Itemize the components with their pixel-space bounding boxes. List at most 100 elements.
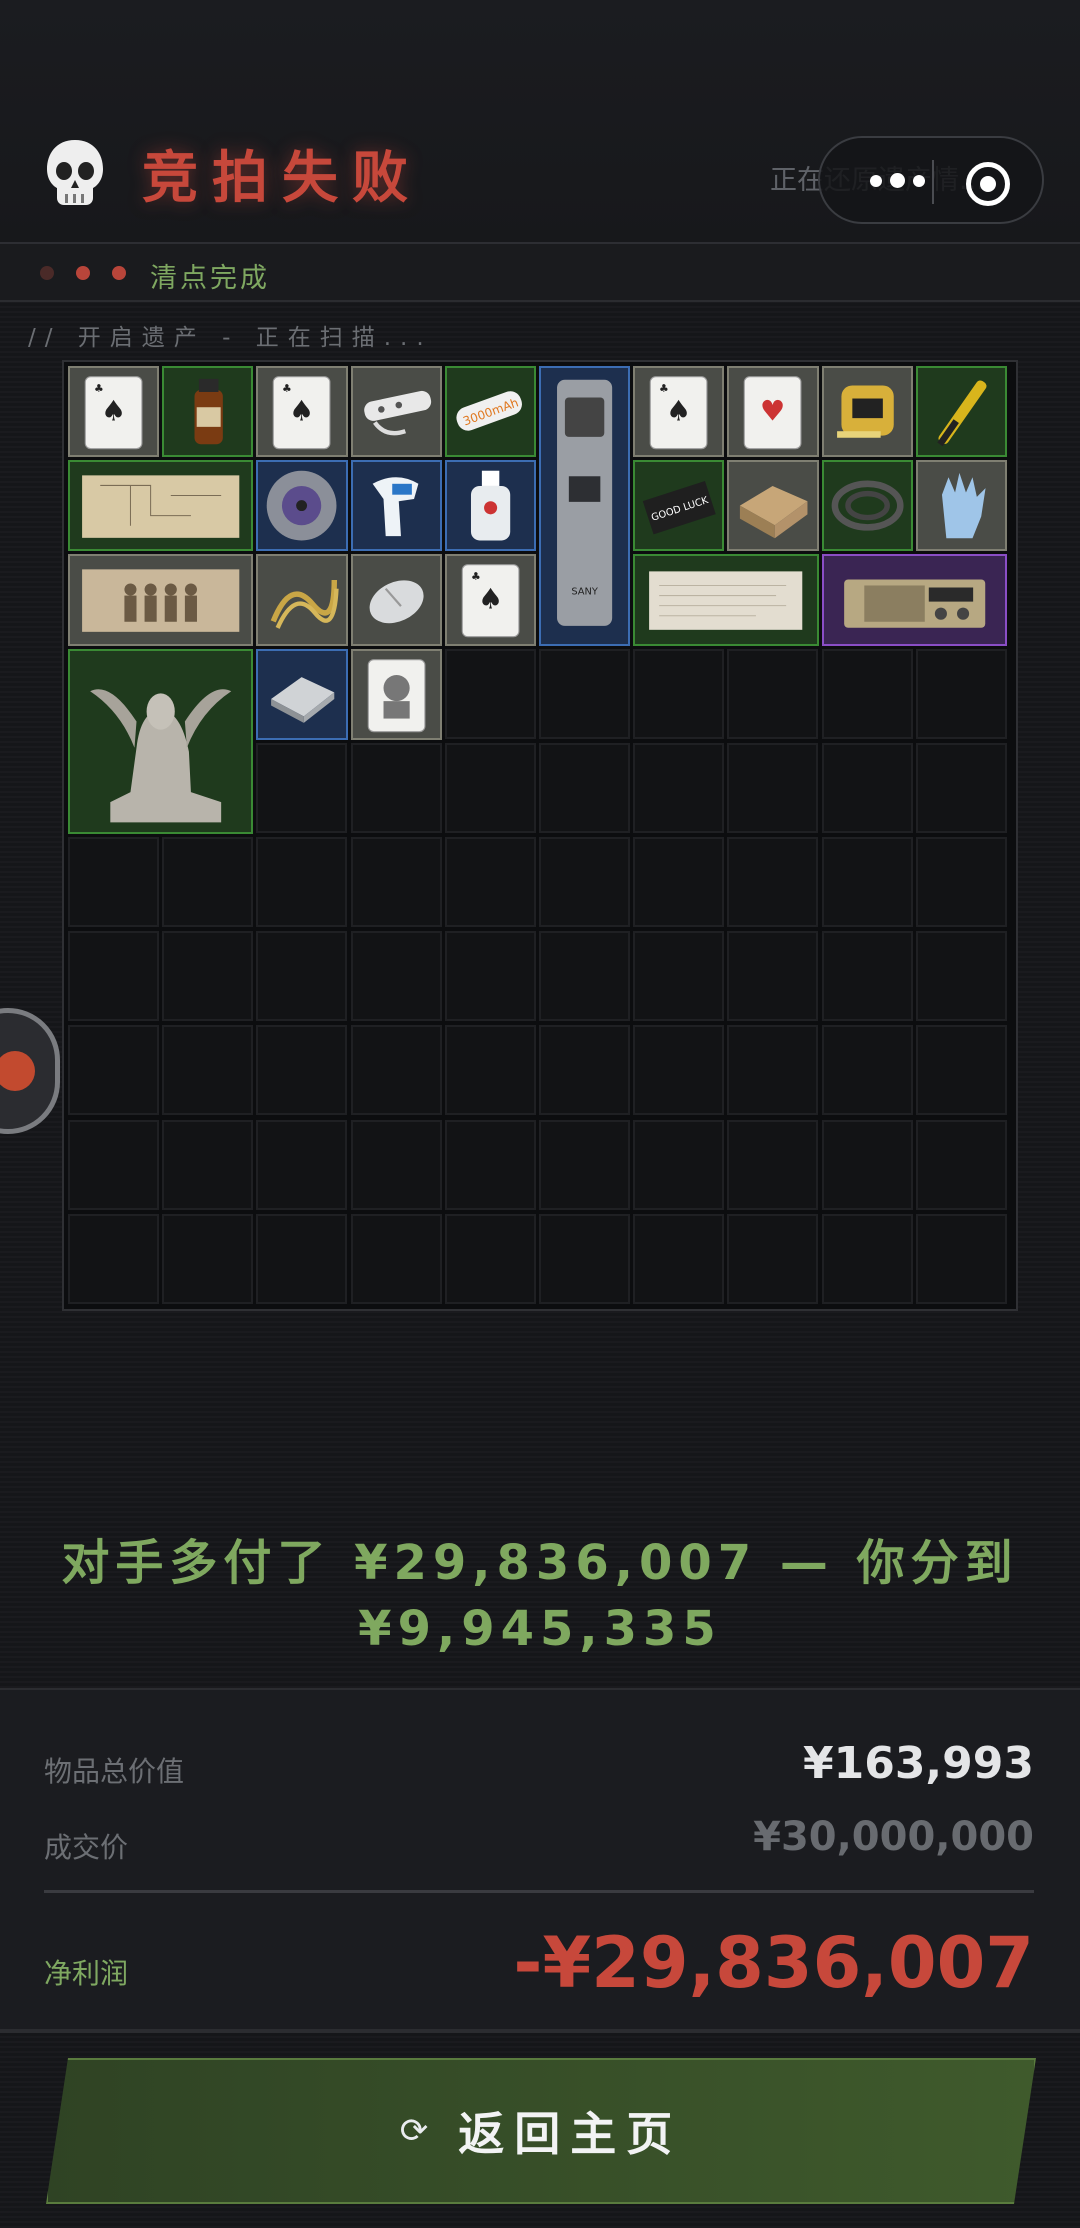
miniprogram-capsule[interactable] [818,136,1044,224]
grid-cell [256,742,348,833]
grid-cell [821,1213,913,1304]
cpu-chip-item[interactable] [256,648,348,740]
power-strip-item[interactable] [350,366,442,458]
thermometer-gun-item[interactable] [350,460,442,552]
grid-cell [539,742,630,833]
portrait-card-icon [367,658,426,732]
playing-card-hearts-item[interactable]: ♥ [727,366,819,458]
return-home-label: 返回主页 [458,2107,683,2161]
small-box-icon [740,486,808,539]
grid-cell [68,1213,159,1304]
grid-cell [633,837,725,927]
cd-disc-item[interactable] [256,460,348,552]
card-box-item[interactable]: GOOD LUCK [633,460,725,552]
medicine-bottle-icon [194,378,224,445]
grid-cell [350,1025,442,1116]
grid-cell [633,1119,725,1210]
header-bar: 竞拍失败 正在还原遗产情... [0,0,1080,242]
grid-cell [633,1213,725,1304]
mouse-item[interactable] [350,554,442,646]
hose-coil-item[interactable] [821,460,913,552]
grid-cell [915,1025,1007,1116]
grid-cell [162,1119,254,1210]
playing-card-item[interactable]: ♠ ♣ [444,554,536,646]
playing-card-icon: ♠♣ [649,376,708,450]
rope-item[interactable] [256,554,348,646]
svg-text:♣: ♣ [94,382,104,395]
skull-icon [47,140,103,205]
playing-card-icon: ♠♣ [273,376,331,450]
grid-cell [727,837,819,927]
svg-text:♣: ♣ [471,570,481,583]
status-text: 清点完成 [150,263,270,294]
radio-icon [843,579,985,629]
status-bar: 清点完成 [0,244,1080,302]
svg-text:♠: ♠ [289,394,314,427]
blueprint-map-item[interactable] [68,460,254,552]
grid-cell [539,648,630,739]
grid-cell [915,1213,1007,1304]
medicine-bottle-item[interactable] [162,366,254,458]
grid-cell [539,931,630,1022]
total-value-label: 物品总价值 [44,1755,185,1788]
grid-cell [350,1119,442,1210]
gloves-icon [941,473,986,539]
grid-cell [821,648,913,739]
hose-coil-icon [831,480,904,531]
card-box-icon: GOOD LUCK [642,481,716,535]
grid-cell [162,1213,254,1304]
cd-disc-icon [267,470,337,541]
grid-cell [444,931,536,1022]
summary-panel: 物品总价值 ¥163,993 成交价 ¥30,000,000 净利润 -¥29,… [0,1688,1080,2033]
scan-status-text: // 开启遗产 - 正在扫描... [28,325,433,351]
battery-item[interactable]: 3000mAh [444,366,536,458]
return-home-button[interactable]: ⟳ 返回主页 [46,2058,1036,2204]
svg-text:♣: ♣ [659,382,669,395]
old-photo-icon [82,569,240,633]
grid-cell [727,648,819,739]
status-dot [76,266,90,280]
close-target-icon[interactable] [966,162,1010,206]
sphinx-statue-item[interactable] [68,648,254,834]
gloves-item[interactable] [915,460,1007,552]
grid-cell [539,1213,630,1304]
portrait-card-item[interactable] [350,648,442,740]
tape-measure-item[interactable] [821,366,913,458]
playing-card-item[interactable]: ♠ ♣ [256,366,348,458]
cpu-chip-icon [271,676,335,723]
grid-cell [539,1025,630,1116]
status-dot [40,266,54,280]
radio-item[interactable] [821,554,1007,646]
old-photo-item[interactable] [68,554,254,646]
capsule-divider [932,160,934,204]
grid-cell [68,1025,159,1116]
grid-cell [162,931,254,1022]
grid-cell [444,837,536,927]
grid-cell [915,648,1007,739]
deal-price-label: 成交价 [44,1831,129,1864]
small-box-item[interactable] [727,460,819,552]
old-document-icon [649,571,803,631]
grid-cell [633,648,725,739]
grid-cell [444,742,536,833]
grid-cell [633,742,725,833]
playing-card-icon: ♠♣ [84,376,143,450]
power-bank-item[interactable]: SANY [539,366,631,646]
svg-text:SANY: SANY [571,586,598,597]
more-icon[interactable] [870,173,925,188]
medical-bottle-icon [470,470,511,541]
medical-bottle-item[interactable] [444,460,536,552]
svg-text:♠: ♠ [666,394,691,427]
refresh-icon: ⟳ [399,2111,429,2151]
playing-card-item[interactable]: ♠ ♣ [68,366,160,458]
test-pen-item[interactable] [915,366,1007,458]
power-bank-icon: SANY [557,379,613,626]
playing-card-item[interactable]: ♠ ♣ [633,366,725,458]
grid-cell [444,1213,536,1304]
old-document-item[interactable] [633,554,819,646]
rope-icon [271,580,340,630]
grid-cell [633,1025,725,1116]
net-profit-value: -¥29,836,007 [513,1922,1034,2004]
floating-avatar[interactable] [0,1008,60,1134]
grid-cell [727,931,819,1022]
